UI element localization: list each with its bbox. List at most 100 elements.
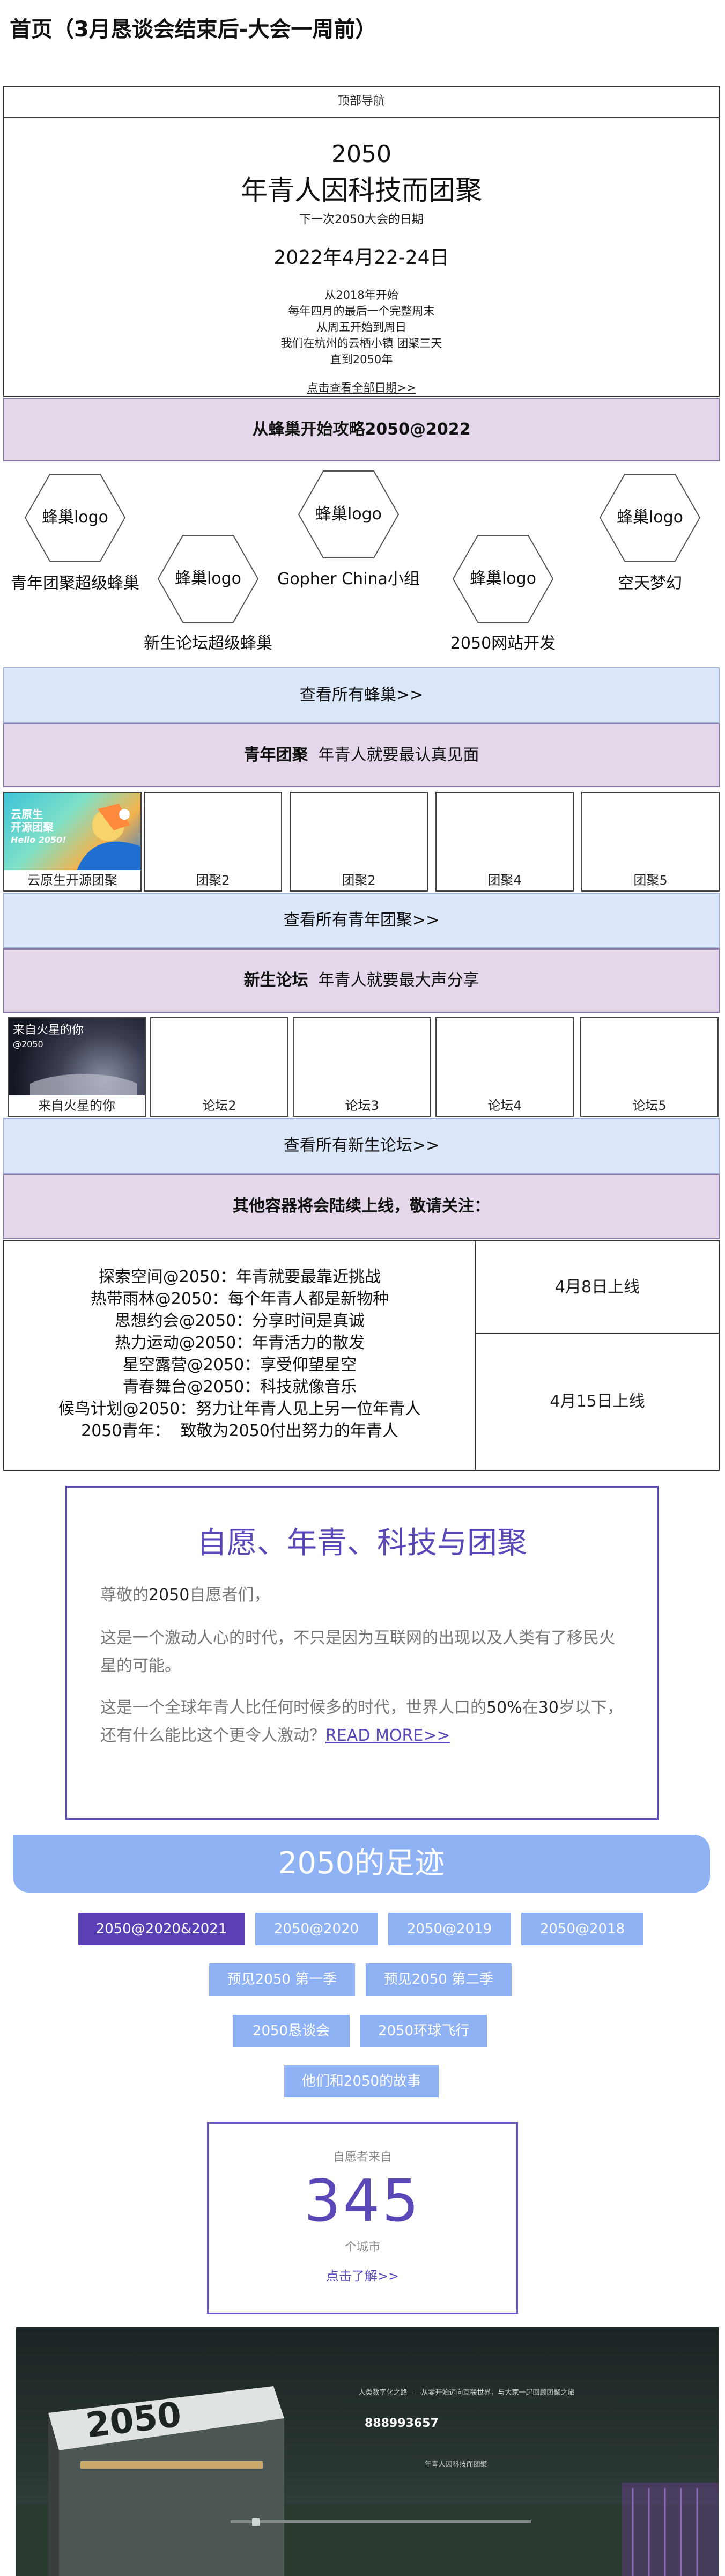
hive-name[interactable]: 青年团聚超级蜂巢 [5, 570, 145, 593]
youth-card[interactable]: 团聚4 [435, 792, 574, 892]
forum-card-caption: 论坛5 [632, 1098, 667, 1113]
forum-card[interactable]: 论坛5 [580, 1017, 719, 1117]
hive-item[interactable]: 蜂巢logo [21, 473, 129, 562]
launch-date-2: 4月15日上线 [550, 1392, 645, 1411]
banner-line: 云原生 [11, 808, 43, 821]
others-item: 热带雨林@2050：每个年青人都是新物种 [90, 1290, 389, 1308]
youth-card[interactable]: 团聚2 [290, 792, 428, 892]
hero-next-label: 下一次2050大会的日期 [299, 213, 424, 226]
forum-card[interactable]: 来自火星的你 @2050 来自火星的你 [8, 1017, 146, 1117]
projection-text: 人类数字化之路——从零开始迈向互联世界，与大家一起回顾团聚之旅 [358, 2388, 574, 2397]
hive-item[interactable]: 蜂巢logo [154, 534, 262, 623]
tab-preview-season-2[interactable]: 预见2050 第二季 [366, 1963, 512, 1996]
hive-logo-text: 蜂巢logo [42, 508, 108, 527]
strategy-bar: 从蜂巢开始攻略2050@2022 [3, 398, 720, 461]
hive-item[interactable]: 蜂巢logo [295, 470, 402, 559]
youth-card[interactable]: 团聚2 [144, 792, 282, 892]
hero-line: 我们在杭州的云栖小镇 团聚三天 [280, 337, 442, 350]
top-navigation[interactable]: 顶部导航 [3, 86, 720, 118]
hexagon-logo-icon: 蜂巢logo [452, 535, 554, 623]
hero-year: 2050 [331, 141, 391, 168]
banner-line: @2050 [13, 1039, 43, 1049]
paragraph-number: 50% [486, 1698, 522, 1717]
strategy-title: 从蜂巢开始攻略2050@2022 [252, 420, 471, 439]
hexagon-logo-icon: 蜂巢logo [157, 535, 259, 623]
tab-world-flight[interactable]: 2050环球飞行 [360, 2015, 487, 2047]
hive-name[interactable]: 2050网站开发 [433, 630, 573, 653]
others-item: 候鸟计划@2050：努力让年青人见上另一位年青人 [58, 1400, 421, 1418]
hive-logo-text: 蜂巢logo [315, 505, 382, 524]
tab-2050-2018[interactable]: 2050@2018 [521, 1913, 643, 1945]
forum-card[interactable]: 论坛4 [435, 1017, 574, 1117]
event-photo: 2050 人类数字化之路——从零开始迈向互联世界，与大家一起回顾团聚之旅 888… [16, 2327, 719, 2576]
footprints-header: 2050的足迹 [13, 1835, 710, 1893]
night-building-photo-icon: 2050 人类数字化之路——从零开始迈向互联世界，与大家一起回顾团聚之旅 888… [16, 2327, 719, 2576]
hive-item[interactable]: 蜂巢logo [596, 473, 704, 562]
hero-description: 从2018年开始 每年四月的最后一个完整周末 从周五开始到周日 我们在杭州的云栖… [3, 287, 720, 367]
tab-stories[interactable]: 他们和2050的故事 [284, 2065, 439, 2097]
youth-card-caption: 团聚2 [196, 873, 230, 888]
youth-card[interactable]: 云原生 开源团聚 Hello 2050! 云原生开源团聚 [3, 792, 142, 892]
forum-title: 新生论坛 [243, 971, 308, 990]
tab-meetup[interactable]: 2050恳谈会 [233, 2015, 350, 2047]
tab-2050-2020-2021[interactable]: 2050@2020&2021 [78, 1913, 245, 1945]
others-item: 思想约会@2050：分享时间是真诚 [114, 1312, 365, 1330]
volunteer-paragraph: 这是一个激动人心的时代，不只是因为互联网的出现以及人类有了移民火星的可能。 [100, 1629, 615, 1675]
greeting-number: 2050 [149, 1586, 190, 1605]
projection-text: 年青人因科技而团聚 [424, 2461, 487, 2469]
hero-slogan: 年青人因科技而团聚 [241, 175, 482, 206]
greeting-text: 自愿者们， [189, 1586, 270, 1605]
hexagon-logo-icon: 蜂巢logo [599, 474, 701, 562]
volunteer-title: 自愿、年青、科技与团聚 [197, 1526, 527, 1561]
youth-title: 青年团聚 [243, 746, 308, 764]
hero-section: 2050 年青人因科技而团聚 下一次2050大会的日期 2022年4月22-24… [3, 118, 720, 397]
forum-card[interactable]: 论坛2 [150, 1017, 288, 1117]
view-all-youth-button[interactable]: 查看所有青年团聚>> [3, 893, 720, 948]
footprints-title: 2050的足迹 [278, 1846, 445, 1881]
page-title: 首页（3月恳谈会结束后-大会一周前） [10, 17, 377, 42]
youth-card-caption: 云原生开源团聚 [27, 873, 117, 888]
read-more-link[interactable]: READ MORE>> [325, 1726, 450, 1745]
forum-card-caption: 论坛2 [202, 1098, 236, 1113]
others-item: 星空露营@2050：享受仰望星空 [122, 1356, 357, 1374]
banner-line: Hello 2050! [11, 835, 66, 845]
youth-section-bar: 青年团聚 年青人就要最认真见面 [3, 723, 720, 787]
view-all-hives-button[interactable]: 查看所有蜂巢>> [3, 667, 720, 723]
all-dates-link[interactable]: 点击查看全部日期>> [307, 379, 416, 395]
hexagon-logo-icon: 蜂巢logo [24, 474, 126, 562]
youth-card-caption: 团聚2 [342, 873, 376, 888]
tab-2050-2020[interactable]: 2050@2020 [255, 1913, 378, 1945]
view-all-forum-button[interactable]: 查看所有新生论坛>> [3, 1118, 720, 1174]
forum-card-caption: 论坛3 [345, 1098, 379, 1113]
youth-card-caption: 团聚4 [487, 873, 522, 888]
banner-line: 开源团聚 [11, 821, 54, 834]
paragraph-text: 在 [522, 1698, 538, 1717]
stats-label: 自愿者来自 [332, 2151, 392, 2164]
hive-item[interactable]: 蜂巢logo [449, 534, 557, 623]
stats-number: 345 [304, 2168, 421, 2235]
forum-card-banner: 来自火星的你 @2050 [9, 1018, 145, 1095]
hive-logo-text: 蜂巢logo [470, 569, 536, 588]
others-list: 探索空间@2050：年青就要最靠近挑战 热带雨林@2050：每个年青人都是新物种… [4, 1241, 476, 1470]
forum-card-caption: 论坛4 [487, 1098, 522, 1113]
others-item: 2050青年： 致敬为2050付出努力的年青人 [81, 1422, 398, 1440]
volunteer-stats-card: 自愿者来自 345 个城市 点击了解>> [207, 2122, 518, 2314]
hive-name[interactable]: 新生论坛超级蜂巢 [133, 630, 283, 653]
others-item: 热力运动@2050：年青活力的散发 [114, 1334, 365, 1352]
youth-card[interactable]: 团聚5 [581, 792, 720, 892]
banner-line: 来自火星的你 [13, 1024, 84, 1037]
hive-name[interactable]: 空天梦幻 [586, 570, 714, 593]
forum-card[interactable]: 论坛3 [293, 1017, 431, 1117]
launch-date-1: 4月8日上线 [476, 1241, 719, 1334]
hive-logo-text: 蜂巢logo [175, 569, 241, 588]
illustration-icon [77, 804, 140, 870]
hive-name[interactable]: Gopher China小组 [268, 565, 429, 589]
stats-link[interactable]: 点击了解>> [209, 2265, 516, 2284]
forum-card-caption: 来自火星的你 [38, 1098, 115, 1113]
tab-preview-season-1[interactable]: 预见2050 第一季 [209, 1963, 355, 1996]
hero-line: 从周五开始到周日 [316, 321, 406, 334]
tab-2050-2019[interactable]: 2050@2019 [388, 1913, 511, 1945]
paragraph-number: 30 [538, 1698, 559, 1717]
forum-subtitle: 年青人就要最大声分享 [318, 971, 479, 990]
hero-line: 直到2050年 [330, 353, 393, 366]
